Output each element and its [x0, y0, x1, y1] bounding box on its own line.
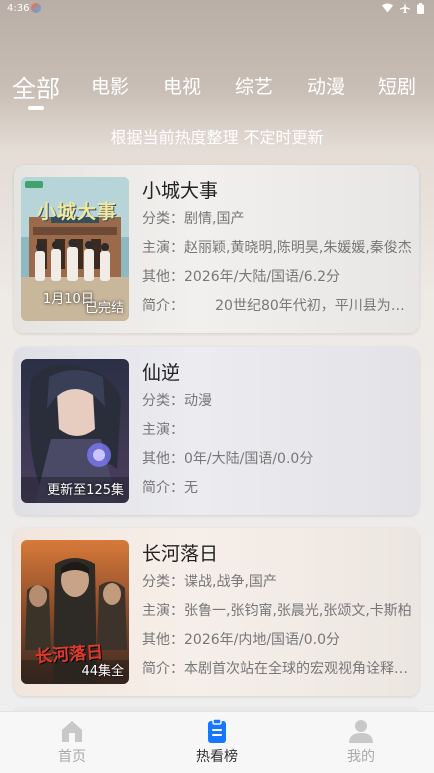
status-icons	[382, 3, 424, 17]
intro-value: 20世纪80年代初，平川县为发展经济	[215, 298, 412, 314]
other-label: 其他：	[142, 632, 184, 648]
list-item[interactable]: 小城大事 1月10日 已完结 小城大事 分类： 剧情,国产 主演： 赵丽颖,黄晓明,…	[14, 165, 419, 333]
cast-label: 主演：	[142, 603, 184, 619]
genre-value: 剧情,国产	[184, 211, 245, 227]
list-item[interactable]: 更新至125集 仙逆 分类： 动漫 主演： 其他： 0年/大陆/国语/0.0分 简介…	[14, 347, 419, 515]
other-row: 其他： 2026年/内地/国语/0.0分	[142, 626, 412, 655]
cast-value	[184, 416, 412, 445]
genre-label: 分类：	[142, 574, 184, 590]
cast-row: 主演： 张鲁一,张钧甯,张晨光,张颂文,卡斯柏	[142, 597, 412, 626]
status-badge: 44集全	[81, 664, 124, 679]
user-icon	[349, 720, 373, 743]
wifi-icon	[382, 3, 393, 17]
genre-row: 分类： 剧情,国产	[142, 205, 412, 234]
nav-hot-list[interactable]: 热看榜	[167, 718, 267, 766]
other-label: 其他：	[142, 451, 184, 467]
tab-all[interactable]: 全部	[12, 69, 60, 104]
intro-row: 简介：无	[142, 474, 412, 503]
poster-image[interactable]: 小城大事 1月10日 已完结	[21, 177, 129, 321]
category-tabs: 全部 电影 电视 综艺 动漫 短剧	[0, 66, 434, 112]
cast-row: 主演：	[142, 416, 412, 445]
poster-image[interactable]: 长河落日 44集全	[21, 540, 129, 684]
nav-profile[interactable]: 我的	[311, 718, 411, 766]
nav-home[interactable]: 首页	[22, 718, 122, 766]
item-info: 小城大事 分类： 剧情,国产 主演： 赵丽颖,黄晓明,陈明昊,朱媛媛,秦俊杰 其他：…	[142, 177, 412, 321]
other-label: 其他：	[142, 269, 184, 285]
tab-tv[interactable]: 电视	[163, 72, 201, 99]
genre-value: 动漫	[184, 393, 212, 409]
cast-value: 张鲁一,张钧甯,张晨光,张颂文,卡斯柏	[184, 603, 412, 619]
item-info: 长河落日 分类： 谍战,战争,国产 主演： 张鲁一,张钧甯,张晨光,张颂文,卡斯柏 …	[142, 540, 412, 684]
bottom-navigation: 首页 热看榜 我的	[0, 711, 434, 773]
ranking-notice: 根据当前热度整理 不定时更新	[110, 128, 324, 147]
tab-short-drama[interactable]: 短剧	[378, 72, 416, 99]
intro-value: 无	[184, 480, 198, 496]
cast-value: 赵丽颖,黄晓明,陈明昊,朱媛媛,秦俊杰	[184, 240, 412, 256]
tab-indicator	[28, 106, 44, 110]
item-info: 仙逆 分类： 动漫 主演： 其他： 0年/大陆/国语/0.0分 简介：无	[142, 359, 412, 503]
item-title[interactable]: 长河落日	[142, 540, 412, 568]
other-value: 2026年/大陆/国语/6.2分	[184, 269, 341, 285]
cast-row: 主演： 赵丽颖,黄晓明,陈明昊,朱媛媛,秦俊杰	[142, 234, 412, 263]
tab-anime[interactable]: 动漫	[307, 72, 345, 99]
tab-variety[interactable]: 综艺	[235, 72, 273, 99]
item-title[interactable]: 小城大事	[142, 177, 412, 205]
other-row: 其他： 0年/大陆/国语/0.0分	[142, 445, 412, 474]
intro-row: 简介： 20世纪80年代初，平川县为发展经济	[142, 292, 412, 321]
status-badge: 已完结	[84, 301, 124, 316]
app-notification-icon	[31, 3, 41, 13]
battery-icon	[417, 3, 424, 17]
genre-label: 分类：	[142, 393, 184, 409]
item-title[interactable]: 仙逆	[142, 359, 412, 387]
intro-label: 简介：	[142, 298, 184, 314]
genre-row: 分类： 谍战,战争,国产	[142, 568, 412, 597]
status-bar: 4:36	[0, 0, 434, 18]
status-time: 4:36	[7, 3, 30, 14]
list-item[interactable]: 长河落日 44集全 长河落日 分类： 谍战,战争,国产 主演： 张鲁一,张钧甯,张晨…	[14, 528, 419, 696]
home-icon	[62, 721, 82, 742]
nav-hot-list-label: 热看榜	[196, 749, 238, 765]
other-row: 其他： 2026年/大陆/国语/6.2分	[142, 263, 412, 292]
status-badge: 更新至125集	[47, 483, 124, 498]
nav-profile-label: 我的	[347, 749, 375, 765]
cast-label: 主演：	[142, 240, 184, 256]
nav-home-label: 首页	[58, 749, 86, 765]
tab-movie[interactable]: 电影	[91, 72, 129, 99]
cast-label: 主演：	[142, 422, 184, 438]
other-value: 2026年/内地/国语/0.0分	[184, 632, 341, 648]
genre-label: 分类：	[142, 211, 184, 227]
intro-value: 本剧首次站在全球的宏观视角诠释抗战	[184, 661, 412, 677]
clipboard-icon	[208, 718, 226, 743]
intro-label: 简介：	[142, 480, 184, 496]
poster-image[interactable]: 更新至125集	[21, 359, 129, 503]
poster-title-text: 小城大事	[37, 201, 118, 223]
genre-row: 分类： 动漫	[142, 387, 412, 416]
intro-label: 简介：	[142, 661, 184, 677]
airplane-icon	[400, 3, 410, 17]
other-value: 0年/大陆/国语/0.0分	[184, 451, 314, 467]
genre-value: 谍战,战争,国产	[184, 574, 277, 590]
intro-row: 简介： 本剧首次站在全球的宏观视角诠释抗战	[142, 655, 412, 684]
